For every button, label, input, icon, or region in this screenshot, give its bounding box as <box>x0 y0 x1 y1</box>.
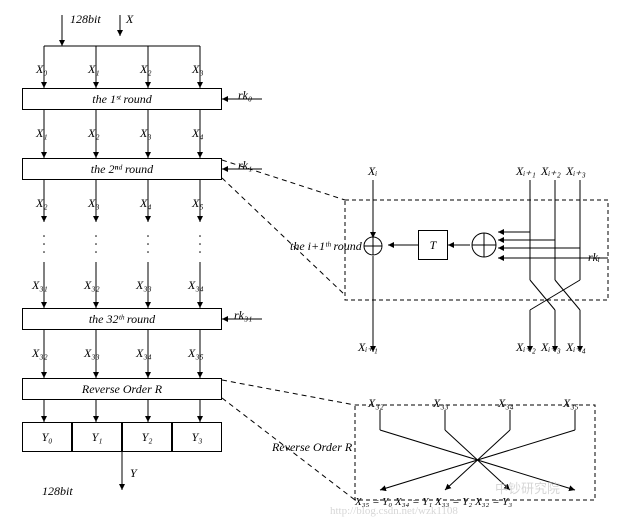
y3: Y₃ <box>192 430 203 445</box>
r2-o0: X₂ <box>36 196 48 211</box>
dr-in-3: X₃₅ <box>563 396 579 411</box>
detail-round-title: the i+1ᵗʰ round <box>290 239 360 254</box>
detail-out-1: Xᵢ₊₂ <box>516 340 536 355</box>
t-box: T <box>418 230 448 260</box>
t-label: T <box>430 238 437 253</box>
detail-in-0: Xᵢ₊₁ <box>516 164 536 179</box>
top-bits: 128bit <box>70 12 101 27</box>
detail-out-0: Xᵢ₊₁ <box>358 340 378 355</box>
detail-in-1: Xᵢ₊₂ <box>541 164 561 179</box>
r2-o1: X₃ <box>88 196 100 211</box>
pre32-3: X₃₄ <box>188 278 204 293</box>
r32-o3: X₃₅ <box>188 346 204 361</box>
r2-o3: X₅ <box>192 196 204 211</box>
reverse-box: Reverse Order R <box>22 378 222 400</box>
reverse-label: Reverse Order R <box>82 382 162 397</box>
y0: Y₀ <box>42 430 53 445</box>
dr-in-0: X₃₂ <box>368 396 384 411</box>
r1-o3: X₄ <box>192 126 204 141</box>
rk1-label: rk₁ <box>238 158 252 173</box>
r32-o2: X₃₄ <box>136 346 152 361</box>
detail-out-2: Xᵢ₊₃ <box>541 340 561 355</box>
top-X: X <box>126 12 133 27</box>
round-2-label: the 2ⁿᵈ round <box>91 162 153 177</box>
y1-cell: Y₁ <box>72 422 122 452</box>
in-X1: X₁ <box>88 62 100 77</box>
round-1-label: the 1ˢᵗ round <box>92 92 151 107</box>
dr-in-1: X₃₃ <box>433 396 449 411</box>
y1: Y₁ <box>92 430 103 445</box>
bottom-bits: 128bit <box>42 484 73 499</box>
pre32-0: X₃₁ <box>32 278 48 293</box>
detail-in-2: Xᵢ₊₃ <box>566 164 586 179</box>
r32-o1: X₃₃ <box>84 346 100 361</box>
pre32-1: X₃₂ <box>84 278 100 293</box>
rk0-label: rk₀ <box>238 88 252 103</box>
y2: Y₂ <box>142 430 153 445</box>
bottom-Y: Y <box>130 466 137 481</box>
rk31-label: rk₃₁ <box>234 308 252 323</box>
round-1-box: the 1ˢᵗ round <box>22 88 222 110</box>
dr-in-2: X₃₄ <box>498 396 514 411</box>
pre32-2: X₃₃ <box>136 278 152 293</box>
in-X2: X₂ <box>140 62 152 77</box>
round-32-box: the 32ᵗʰ round <box>22 308 222 330</box>
r2-o2: X₄ <box>140 196 152 211</box>
detail-Xi: Xᵢ <box>368 164 377 179</box>
r1-o0: X₁ <box>36 126 48 141</box>
r32-o0: X₃₂ <box>32 346 48 361</box>
detail-out-3: Xᵢ₊₄ <box>566 340 586 355</box>
detail-rk: rkᵢ <box>588 250 600 265</box>
detail-reverse-label: Reverse Order R <box>272 440 352 455</box>
round-2-box: the 2ⁿᵈ round <box>22 158 222 180</box>
in-X0: X₀ <box>36 62 48 77</box>
r1-o2: X₃ <box>140 126 152 141</box>
in-X3: X₃ <box>192 62 204 77</box>
watermark-cn: 中钞研究院 <box>495 478 560 497</box>
watermark-url: http://blog.csdn.net/wzk1108 <box>330 505 458 517</box>
y3-cell: Y₃ <box>172 422 222 452</box>
y2-cell: Y₂ <box>122 422 172 452</box>
r1-o1: X₂ <box>88 126 100 141</box>
y0-cell: Y₀ <box>22 422 72 452</box>
round-32-label: the 32ᵗʰ round <box>89 312 155 327</box>
